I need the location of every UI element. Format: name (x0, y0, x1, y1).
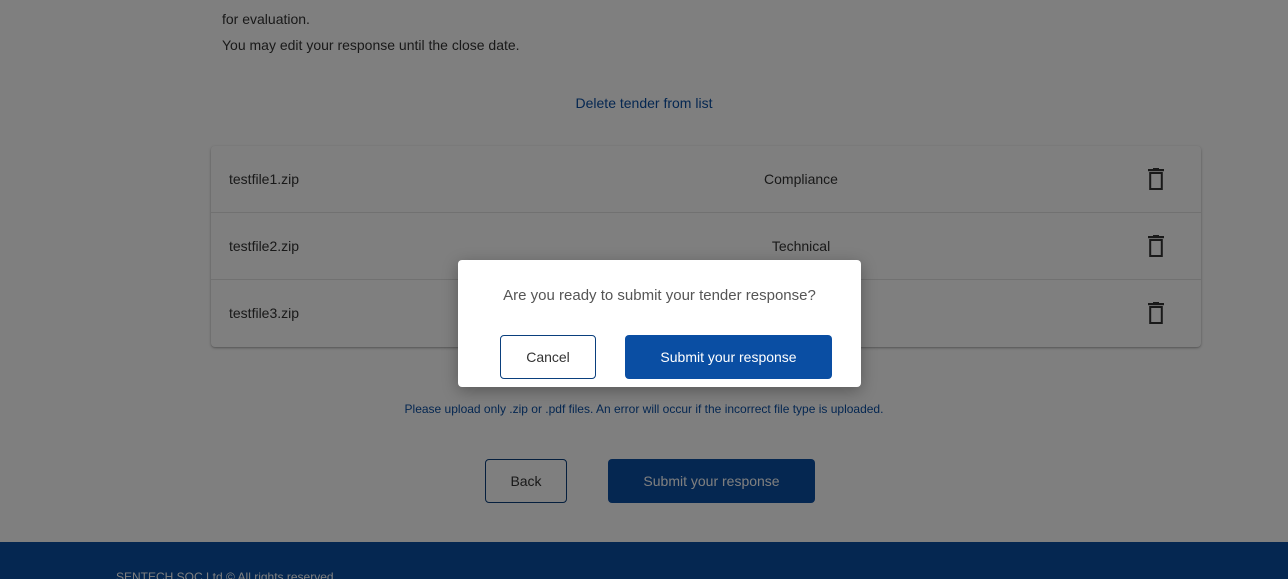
submit-confirm-dialog: Are you ready to submit your tender resp… (458, 260, 861, 387)
dialog-question: Are you ready to submit your tender resp… (503, 287, 816, 304)
tender-response-page: for evaluation. You may edit your respon… (0, 0, 1288, 579)
dialog-cancel-button[interactable]: Cancel (500, 335, 596, 379)
dialog-submit-button[interactable]: Submit your response (625, 335, 832, 379)
